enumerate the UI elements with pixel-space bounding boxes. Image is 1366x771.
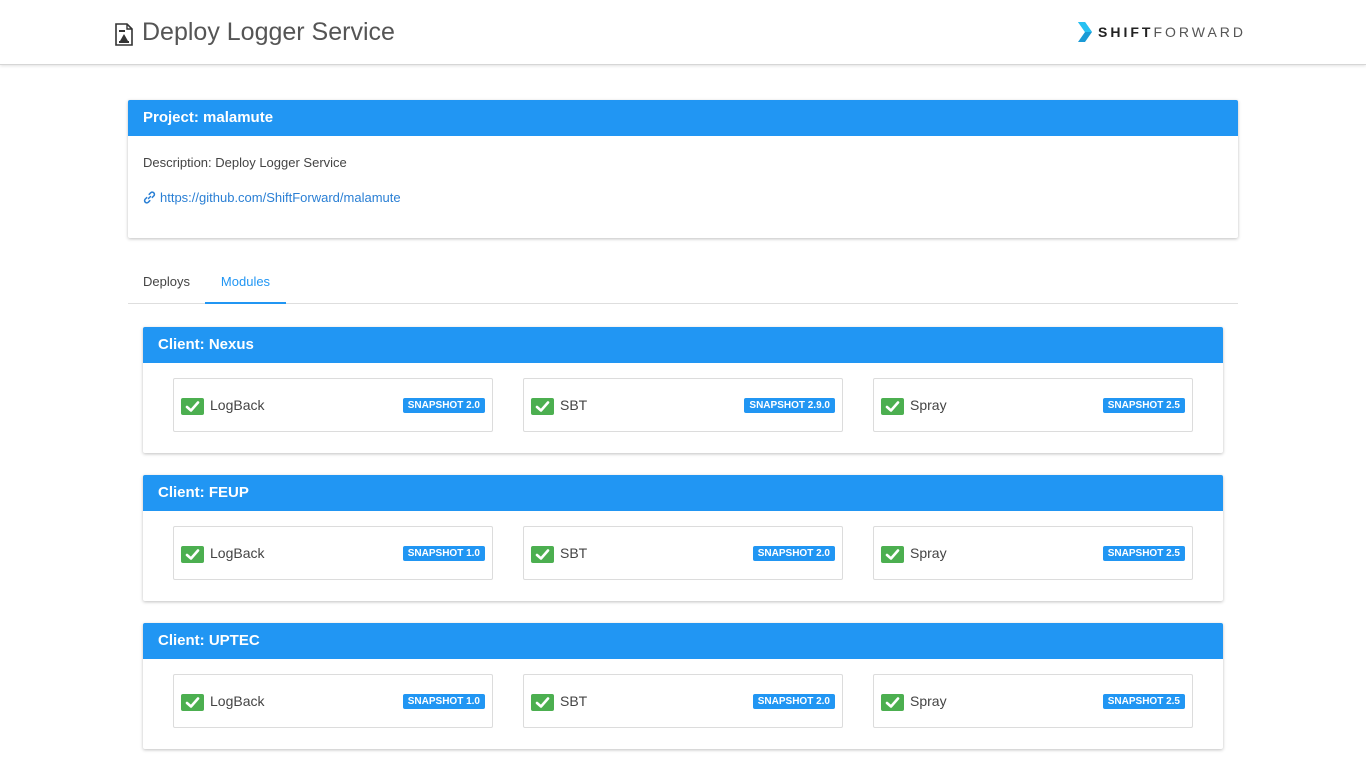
shiftforward-logo: SHIFT FORWARD [1078,22,1246,42]
check-icon [881,398,904,415]
logo-shift-text: SHIFT [1098,24,1154,40]
module-card-spray[interactable]: Spray SNAPSHOT 2.5 [873,674,1193,728]
logo-mark-icon [1078,22,1092,42]
check-icon [531,546,554,563]
version-badge: SNAPSHOT 2.5 [1102,546,1185,561]
module-card-sbt[interactable]: SBT SNAPSHOT 2.0 [523,674,843,728]
app-header: Deploy Logger Service SHIFT FORWARD [0,0,1366,65]
client-card-feup: Client: FEUP LogBack SNAPSHOT 1.0 SBT SN… [143,475,1223,601]
project-title: Project: malamute [128,100,1238,136]
module-name: SBT [560,693,588,709]
logo-forward-text: FORWARD [1153,24,1247,40]
check-icon [881,694,904,711]
client-card-nexus: Client: Nexus LogBack SNAPSHOT 2.0 SBT S… [143,327,1223,453]
module-card-sbt[interactable]: SBT SNAPSHOT 2.9.0 [523,378,843,432]
version-badge: SNAPSHOT 1.0 [402,546,485,561]
module-name: Spray [910,397,947,413]
module-card-logback[interactable]: LogBack SNAPSHOT 1.0 [173,526,493,580]
check-icon [881,546,904,563]
tab-modules[interactable]: Modules [205,262,286,304]
version-badge: SNAPSHOT 2.5 [1102,398,1185,413]
version-badge: SNAPSHOT 2.9.0 [744,398,835,413]
check-icon [181,694,204,711]
client-title: Client: FEUP [143,475,1223,511]
tab-bar: Deploys Modules [128,262,1238,304]
version-badge: SNAPSHOT 1.0 [402,694,485,709]
module-name: Spray [910,693,947,709]
module-card-spray[interactable]: Spray SNAPSHOT 2.5 [873,526,1193,580]
client-title: Client: Nexus [143,327,1223,363]
module-card-sbt[interactable]: SBT SNAPSHOT 2.0 [523,526,843,580]
check-icon [181,546,204,563]
check-icon [531,694,554,711]
module-name: LogBack [210,545,265,561]
version-badge: SNAPSHOT 2.0 [402,398,485,413]
module-name: LogBack [210,693,265,709]
check-icon [531,398,554,415]
tab-deploys[interactable]: Deploys [128,262,205,304]
document-icon [115,23,133,46]
client-card-uptec: Client: UPTEC LogBack SNAPSHOT 1.0 SBT S… [143,623,1223,749]
app-title: Deploy Logger Service [142,18,395,46]
check-icon [181,398,204,415]
module-name: SBT [560,545,588,561]
module-card-spray[interactable]: Spray SNAPSHOT 2.5 [873,378,1193,432]
module-name: Spray [910,545,947,561]
version-badge: SNAPSHOT 2.0 [752,694,835,709]
project-repo-url: https://github.com/ShiftForward/malamute [160,190,401,205]
version-badge: SNAPSHOT 2.5 [1102,694,1185,709]
project-description: Description: Deploy Logger Service [143,155,347,170]
module-card-logback[interactable]: LogBack SNAPSHOT 2.0 [173,378,493,432]
module-name: SBT [560,397,588,413]
project-card: Project: malamute Description: Deploy Lo… [128,100,1238,238]
module-name: LogBack [210,397,265,413]
client-title: Client: UPTEC [143,623,1223,659]
project-repo-link[interactable]: https://github.com/ShiftForward/malamute [143,190,401,205]
link-icon [143,191,156,204]
version-badge: SNAPSHOT 2.0 [752,546,835,561]
module-card-logback[interactable]: LogBack SNAPSHOT 1.0 [173,674,493,728]
